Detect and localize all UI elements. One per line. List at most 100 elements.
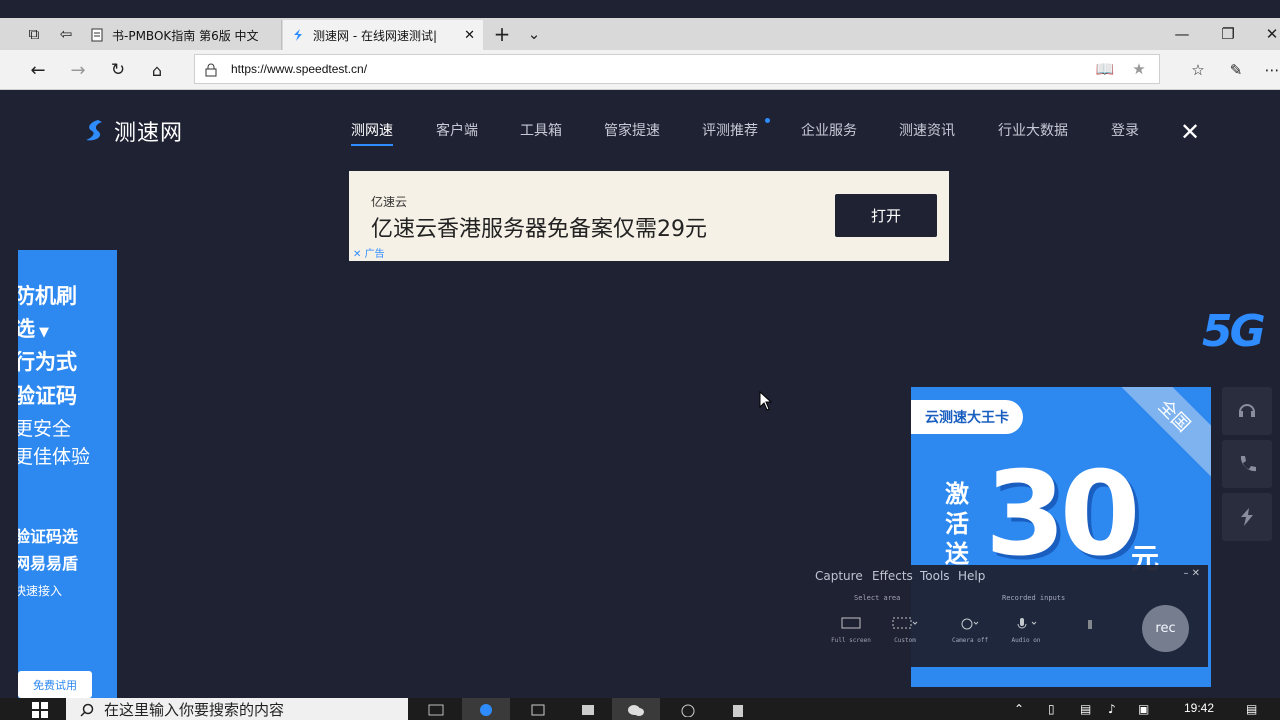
nav-login[interactable]: 登录 <box>1111 120 1139 140</box>
free-trial-button[interactable]: 免费试用 <box>18 671 92 698</box>
task-view-icon[interactable] <box>412 698 460 720</box>
network-icon[interactable]: ▤ <box>1080 702 1091 716</box>
nav-news[interactable]: 测速资讯 <box>899 120 955 140</box>
option-label: Custom <box>894 637 916 644</box>
full-screen-option[interactable]: Full screen <box>831 617 871 649</box>
site-logo[interactable]: 测速网 <box>82 115 183 147</box>
address-bar[interactable]: https://www.speedtest.cn/ 📖 ★ <box>194 54 1160 84</box>
tab-speedtest[interactable]: 测速网 - 在线网速测试| ✕ <box>283 20 483 50</box>
record-button[interactable]: rec <box>1142 605 1189 652</box>
restore-window-icon[interactable]: ❐ <box>1216 22 1240 46</box>
banner-line: 更佳体验 <box>18 446 91 468</box>
recorder-menu-tools[interactable]: Tools <box>920 569 950 583</box>
search-placeholder: 在这里输入你要搜索的内容 <box>104 700 285 719</box>
close-window-icon[interactable]: ✕ <box>1260 22 1280 46</box>
option-label: Audio on <box>1011 637 1041 644</box>
wechat-icon[interactable] <box>612 698 660 720</box>
5g-badge[interactable]: 5G <box>1202 306 1266 357</box>
speedtest-favicon <box>294 29 302 41</box>
nav-industry-data[interactable]: 行业大数据 <box>998 120 1068 140</box>
logo-text: 测速网 <box>114 121 184 146</box>
clock-app-icon[interactable] <box>664 698 712 720</box>
ad-banner[interactable]: 亿速云 亿速云香港服务器免备案仅需29元 打开 ✕ 广告 <box>349 171 949 261</box>
tab-title: 书-PMBOK指南 第6版 中文 <box>112 28 259 43</box>
banner-line: 网易易盾 <box>18 554 79 573</box>
cursor-option[interactable] <box>1070 617 1110 649</box>
ad-close-icon[interactable]: ✕ <box>353 249 361 260</box>
edge-browser-icon[interactable] <box>462 698 510 720</box>
camera-icon <box>961 618 979 630</box>
nav-speedtest[interactable]: 测网速 <box>351 120 393 146</box>
banner-line-text: 选 <box>18 317 35 341</box>
banner-line: 更安全 <box>18 418 72 440</box>
promo-verb: 激活送 <box>945 480 969 568</box>
app-icon[interactable] <box>514 698 562 720</box>
back-icon[interactable]: ← <box>26 58 50 82</box>
recorder-menu-effects[interactable]: Effects <box>872 569 913 583</box>
close-tab-icon[interactable]: ✕ <box>464 28 475 43</box>
favorite-star-icon[interactable]: ★ <box>1127 57 1151 81</box>
chevron-down-icon[interactable]: ⌄ <box>522 22 546 46</box>
microphone-icon <box>1017 618 1037 629</box>
mouse-cursor-icon <box>759 391 773 411</box>
audio-option[interactable]: Audio on <box>1006 617 1046 649</box>
promo-title: 云测速大王卡 <box>911 400 1023 434</box>
close-menu-icon[interactable]: ✕ <box>1180 118 1200 146</box>
ad-open-button[interactable]: 打开 <box>835 194 937 237</box>
app-icon[interactable] <box>714 698 762 720</box>
pointer-icon <box>1088 620 1092 629</box>
promo-amount: 30 <box>985 447 1140 582</box>
minimize-window-icon[interactable]: — <box>1170 22 1194 46</box>
monitor-icon <box>841 617 861 629</box>
nav-enterprise[interactable]: 企业服务 <box>801 120 857 140</box>
section-select-area: Select area <box>854 594 901 602</box>
recorder-window-controls[interactable]: – ✕ <box>1183 568 1200 579</box>
caret-down-icon: ▼ <box>39 325 49 340</box>
notification-center-icon[interactable]: ▤ <box>1246 702 1257 716</box>
phone-button[interactable] <box>1222 440 1272 488</box>
app-icon[interactable] <box>564 698 612 720</box>
usb-device-icon[interactable]: ▯ <box>1048 702 1055 716</box>
nav-toolbox[interactable]: 工具箱 <box>520 120 562 140</box>
camera-option[interactable]: Camera off <box>950 617 990 649</box>
taskbar-clock[interactable]: 19:42 <box>1184 701 1214 715</box>
banner-line: 行为式 <box>18 350 77 374</box>
ad-label[interactable]: ✕ 广告 <box>353 245 385 260</box>
left-side-banner[interactable]: 防机刷 选 ▼ 行为式 验证码 更安全 更佳体验 验证码选 网易易盾 快速接入 免… <box>18 250 117 698</box>
tab-pmbok[interactable]: 书-PMBOK指南 第6版 中文 <box>82 20 282 50</box>
recorder-menu-capture[interactable]: Capture <box>815 569 863 583</box>
browser-tab-bar: ⧉ ⇦ 书-PMBOK指南 第6版 中文 测速网 - 在线网速测试| ✕ + ⌄… <box>0 18 1280 50</box>
ad-brand: 亿速云 <box>371 195 408 209</box>
tab-set-aside-icon[interactable]: ⧉ <box>22 22 46 46</box>
banner-line: 验证码选 <box>18 527 79 546</box>
app-download-button[interactable] <box>1222 493 1272 541</box>
nav-client[interactable]: 客户端 <box>436 120 478 140</box>
customer-service-button[interactable] <box>1222 387 1272 435</box>
home-icon[interactable]: ⌂ <box>145 58 169 82</box>
show-hidden-icons-icon[interactable]: ⌃ <box>1014 702 1024 716</box>
reading-view-icon[interactable]: 📖 <box>1093 57 1117 81</box>
section-recorded-inputs: Recorded inputs <box>1002 594 1066 602</box>
more-icon[interactable]: ⋯ <box>1260 58 1280 82</box>
taskbar-search-box[interactable]: 在这里输入你要搜索的内容 <box>66 698 408 720</box>
new-tab-button[interactable]: + <box>490 22 514 46</box>
speedtest-app-icon <box>1241 508 1253 526</box>
banner-line: 验证码 <box>18 384 77 408</box>
new-indicator-dot <box>765 118 770 123</box>
forward-icon[interactable]: → <box>66 58 90 82</box>
nav-boost[interactable]: 管家提速 <box>604 120 660 140</box>
volume-icon[interactable]: ♪ <box>1108 702 1116 716</box>
refresh-icon[interactable]: ↻ <box>106 58 130 82</box>
nav-reviews[interactable]: 评测推荐 <box>702 120 758 140</box>
ad-label-text: 广告 <box>364 249 385 260</box>
windows-start-icon[interactable] <box>32 702 48 718</box>
favorites-icon[interactable]: ☆ <box>1186 58 1210 82</box>
input-method-icon[interactable]: ▣ <box>1138 702 1149 716</box>
pen-icon[interactable]: ✎ <box>1224 58 1248 82</box>
tab-preview-icon[interactable]: ⇦ <box>54 22 78 46</box>
custom-area-icon <box>892 617 918 629</box>
url-text: https://www.speedtest.cn/ <box>231 62 368 76</box>
recorder-menu-help[interactable]: Help <box>958 569 985 583</box>
option-label: Camera off <box>951 637 989 644</box>
custom-area-option[interactable]: Custom <box>885 617 925 649</box>
